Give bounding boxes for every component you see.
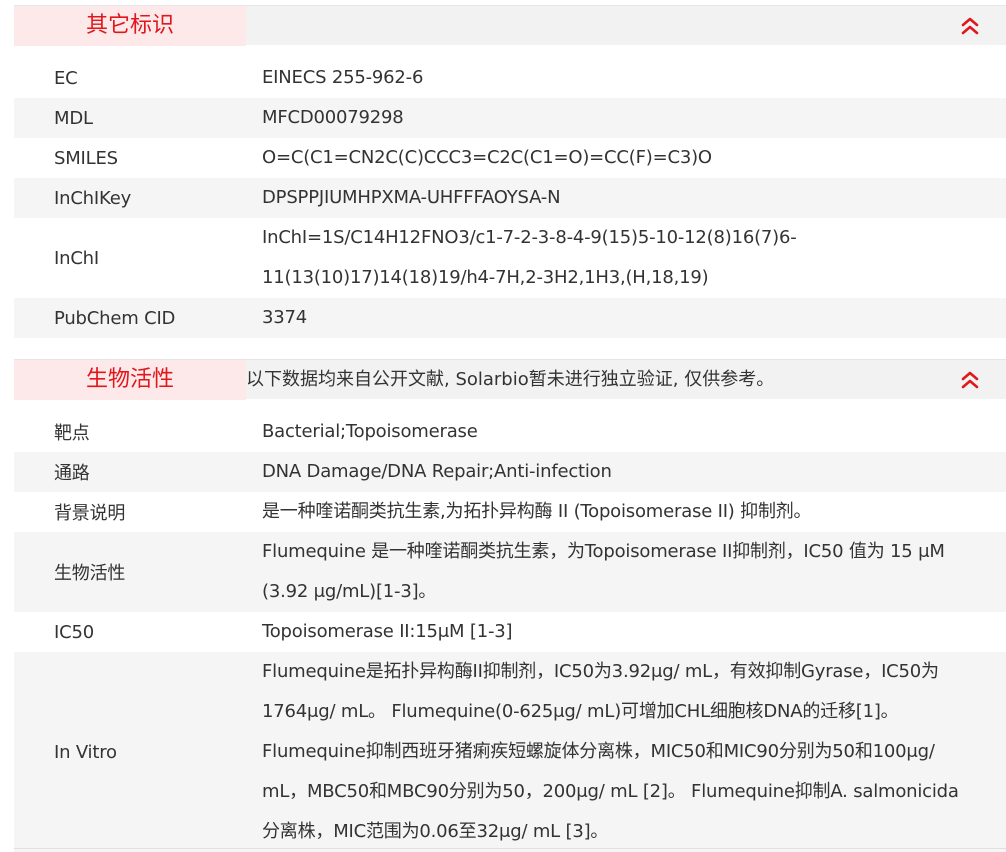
table-row: In Vitro Flumequine是拓扑异构酶II抑制剂，IC50为3.92… — [14, 652, 1006, 852]
row-value: Bacterial;Topoisomerase — [262, 421, 478, 442]
divider — [14, 848, 1006, 849]
section-title: 生物活性 — [14, 360, 246, 400]
row-value-line: mL，MBC50和MBC90分别为50，200μg/ mL [2]。 Flume… — [262, 781, 959, 802]
product-info-page: 其它标识 EC EINECS 255-962-6 MDL MFCD0007929… — [0, 0, 1006, 852]
collapse-button[interactable] — [958, 14, 982, 38]
row-value: 是一种喹诺酮类抗生素,为拓扑异构酶 II (Topoisomerase II) … — [262, 501, 812, 522]
row-label: In Vitro — [54, 741, 117, 763]
row-label: 靶点 — [54, 423, 90, 444]
table-row: 靶点 Bacterial;Topoisomerase — [14, 412, 1006, 452]
row-value-line: 分离株，MIC范围为0.06至32μg/ mL [3]。 — [262, 821, 609, 842]
row-label: 通路 — [54, 463, 90, 484]
row-value-line: Flumequine是拓扑异构酶II抑制剂，IC50为3.92μg/ mL，有效… — [262, 661, 939, 682]
table-row: 生物活性 Flumequine 是一种喹诺酮类抗生素，为Topoisomeras… — [14, 532, 1006, 612]
row-value-line: 1764μg/ mL。 Flumequine(0-625μg/ mL)可增加CH… — [262, 701, 899, 722]
row-label: InChIKey — [54, 187, 132, 209]
table-row: IC50 Topoisomerase II:15μM [1-3] — [14, 612, 1006, 652]
section-header-bioactivity: 生物活性 以下数据均来自公开文献, Solarbio暂未进行独立验证, 仅供参考… — [14, 359, 1006, 400]
collapse-button[interactable] — [958, 368, 982, 392]
table-row: SMILES O=C(C1=CN2C(C)CCC3=C2C(C1=O)=CC(F… — [14, 138, 1006, 178]
row-value: MFCD00079298 — [262, 107, 404, 128]
bioactivity-table: 靶点 Bacterial;Topoisomerase 通路 DNA Damage… — [14, 412, 1006, 852]
row-label: 背景说明 — [54, 503, 126, 524]
section-header-identifiers: 其它标识 — [14, 5, 1006, 46]
table-row: InChIKey DPSPPJIUMHPXMA-UHFFFAOYSA-N — [14, 178, 1006, 218]
table-row: EC EINECS 255-962-6 — [14, 58, 1006, 98]
row-value: Topoisomerase II:15μM [1-3] — [262, 621, 513, 642]
row-value-line: 11(13(10)17)14(18)19/h4-7H,2-3H2,1H3,(H,… — [262, 267, 709, 288]
row-label: EC — [54, 67, 78, 89]
table-row: 通路 DNA Damage/DNA Repair;Anti-infection — [14, 452, 1006, 492]
table-row: MDL MFCD00079298 — [14, 98, 1006, 138]
row-label: SMILES — [54, 147, 118, 169]
row-value: DPSPPJIUMHPXMA-UHFFFAOYSA-N — [262, 187, 561, 208]
row-value: O=C(C1=CN2C(C)CCC3=C2C(C1=O)=CC(F)=C3)O — [262, 147, 712, 168]
row-label: MDL — [54, 107, 93, 129]
identifiers-table: EC EINECS 255-962-6 MDL MFCD00079298 SMI… — [14, 58, 1006, 338]
row-value-line: InChI=1S/C14H12FNO3/c1-7-2-3-8-4-9(15)5-… — [262, 227, 797, 248]
row-label: IC50 — [54, 621, 94, 643]
table-row: PubChem CID 3374 — [14, 298, 1006, 338]
disclaimer-note: 以下数据均来自公开文献, Solarbio暂未进行独立验证, 仅供参考。 — [246, 369, 775, 390]
row-value: DNA Damage/DNA Repair;Anti-infection — [262, 461, 612, 482]
row-value: EINECS 255-962-6 — [262, 67, 424, 88]
row-value-line: Flumequine 是一种喹诺酮类抗生素，为Topoisomerase II抑… — [262, 541, 945, 562]
table-row: 背景说明 是一种喹诺酮类抗生素,为拓扑异构酶 II (Topoisomerase… — [14, 492, 1006, 532]
table-row: InChI InChI=1S/C14H12FNO3/c1-7-2-3-8-4-9… — [14, 218, 1006, 298]
section-title: 其它标识 — [14, 6, 246, 46]
double-chevron-up-icon — [961, 371, 979, 389]
row-value-line: (3.92 μg/mL)[1-3]。 — [262, 581, 437, 602]
row-label: InChI — [54, 247, 100, 269]
double-chevron-up-icon — [961, 17, 979, 35]
row-value-line: Flumequine抑制西班牙猪痢疾短螺旋体分离株，MIC50和MIC90分别为… — [262, 741, 935, 762]
row-label: 生物活性 — [54, 563, 126, 584]
row-label: PubChem CID — [54, 307, 176, 329]
row-value: 3374 — [262, 307, 308, 328]
